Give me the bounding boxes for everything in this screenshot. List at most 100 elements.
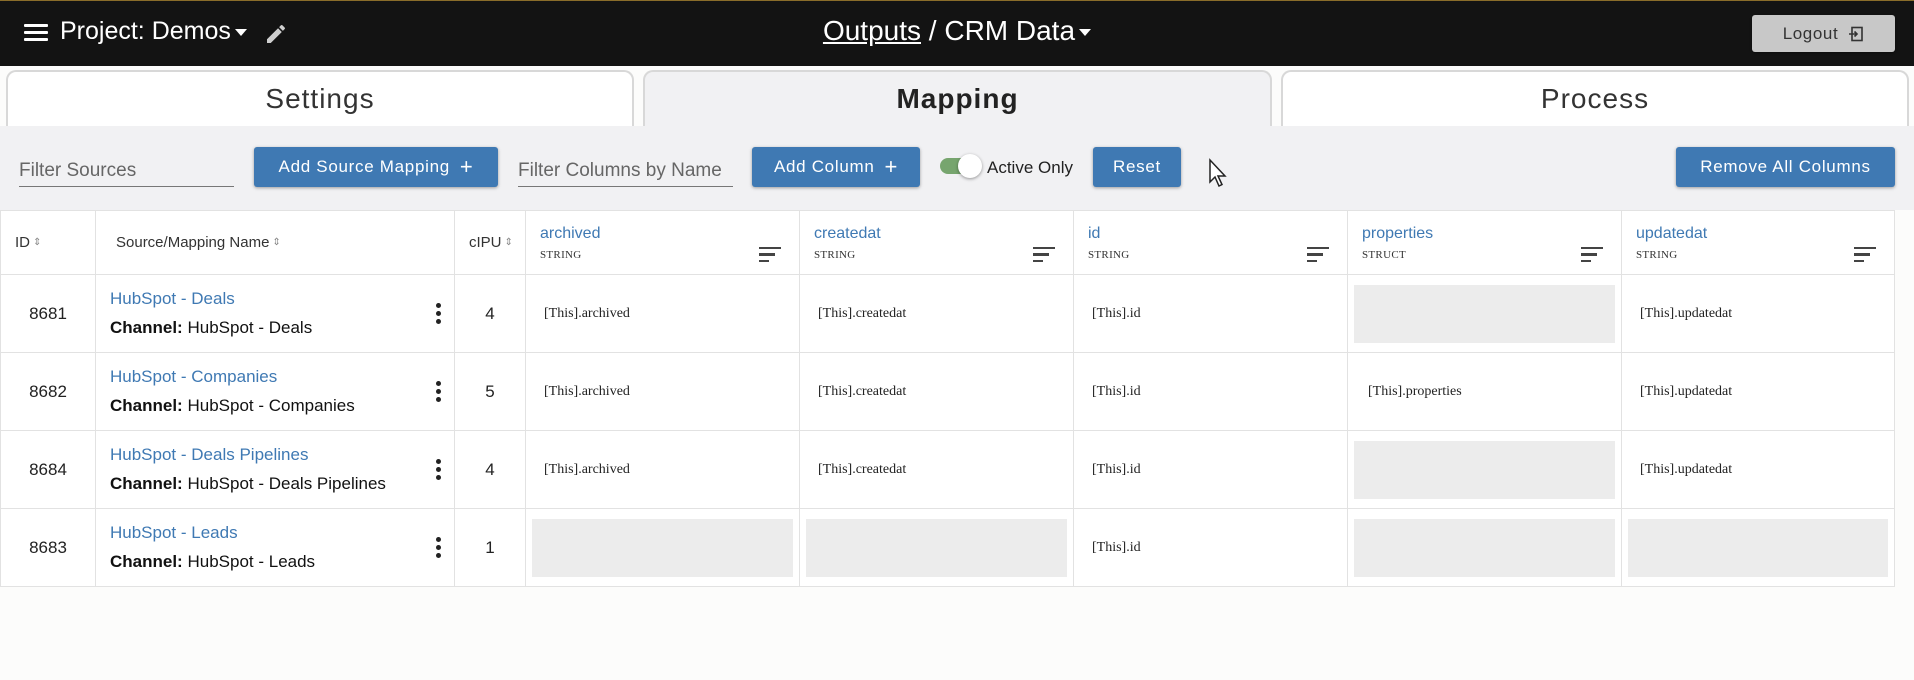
source-cell: HubSpot - Companies Channel: HubSpot - C… xyxy=(95,352,455,431)
mapping-cell[interactable]: [This].id xyxy=(1073,430,1348,509)
mapping-cell[interactable]: [This].createdat xyxy=(799,430,1074,509)
column-menu-icon[interactable] xyxy=(1307,246,1329,263)
table-row: 8681 HubSpot - Deals Channel: HubSpot - … xyxy=(0,274,1895,353)
filter-columns-input[interactable]: Filter Columns by Name xyxy=(518,160,733,187)
column-header[interactable]: id STRING xyxy=(1073,210,1348,275)
channel-prefix: Channel: xyxy=(110,396,183,415)
sort-icon[interactable]: ⇕ xyxy=(272,237,280,248)
column-header[interactable]: archived STRING xyxy=(525,210,800,275)
filter-sources-input[interactable]: Filter Sources xyxy=(19,160,234,187)
row-id: 8682 xyxy=(0,352,96,431)
add-column-button[interactable]: Add Column + xyxy=(752,147,920,187)
mapping-cell[interactable]: [This].updatedat xyxy=(1621,274,1895,353)
cipu-value: 4 xyxy=(454,274,526,353)
column-header[interactable]: properties STRUCT xyxy=(1347,210,1622,275)
mapping-cell[interactable]: [This].id xyxy=(1073,274,1348,353)
source-name-link[interactable]: HubSpot - Deals xyxy=(110,289,454,309)
top-app-bar: Project: Demos Outputs / CRM Data Logout xyxy=(0,0,1914,66)
mapping-cell[interactable]: [This].archived xyxy=(525,274,800,353)
source-cell: HubSpot - Deals Channel: HubSpot - Deals xyxy=(95,274,455,353)
channel-prefix: Channel: xyxy=(110,474,183,493)
column-menu-icon[interactable] xyxy=(1581,246,1603,263)
more-vert-icon[interactable] xyxy=(436,459,442,481)
channel-name: HubSpot - Companies xyxy=(187,396,355,415)
table-row: 8683 HubSpot - Leads Channel: HubSpot - … xyxy=(0,508,1895,587)
mapping-cell[interactable]: [This].createdat xyxy=(799,352,1074,431)
sort-icon[interactable]: ⇕ xyxy=(33,237,41,248)
table-header-row: ID ⇕ Source/Mapping Name ⇕ cIPU ⇕ archived S… xyxy=(0,210,1895,275)
mouse-cursor-icon xyxy=(1209,158,1227,188)
header-source[interactable]: Source/Mapping Name ⇕ xyxy=(95,210,455,275)
mapping-cell[interactable]: [This].id xyxy=(1073,508,1348,587)
row-id: 8683 xyxy=(0,508,96,587)
mapping-cell-empty[interactable] xyxy=(1347,430,1622,509)
column-name[interactable]: updatedat xyxy=(1636,225,1894,243)
output-selector[interactable]: CRM Data xyxy=(944,15,1075,46)
sort-icon[interactable]: ⇕ xyxy=(505,237,513,248)
logout-button[interactable]: Logout xyxy=(1752,15,1895,52)
source-channel: Channel: HubSpot - Companies xyxy=(110,396,454,416)
empty-mapping-placeholder[interactable] xyxy=(806,518,1067,577)
tab-process[interactable]: Process xyxy=(1281,70,1909,126)
header-id-label: ID xyxy=(15,233,30,251)
column-name[interactable]: archived xyxy=(540,225,799,243)
column-name[interactable]: createdat xyxy=(814,225,1073,243)
empty-mapping-placeholder[interactable] xyxy=(1354,440,1615,499)
empty-mapping-placeholder[interactable] xyxy=(1354,518,1615,577)
column-menu-icon[interactable] xyxy=(1854,246,1876,263)
breadcrumb-outputs-link[interactable]: Outputs xyxy=(823,15,921,46)
source-channel: Channel: HubSpot - Leads xyxy=(110,552,454,572)
mapping-cell[interactable]: [This].createdat xyxy=(799,274,1074,353)
column-menu-icon[interactable] xyxy=(759,246,781,263)
tab-mapping[interactable]: Mapping xyxy=(643,70,1272,126)
mapping-cell-empty[interactable] xyxy=(1347,508,1622,587)
source-name-link[interactable]: HubSpot - Deals Pipelines xyxy=(110,445,454,465)
more-vert-icon[interactable] xyxy=(436,303,442,325)
empty-mapping-placeholder[interactable] xyxy=(1354,284,1615,343)
breadcrumb-separator: / xyxy=(928,15,937,46)
header-cipu[interactable]: cIPU ⇕ xyxy=(454,210,526,275)
logout-label: Logout xyxy=(1782,23,1839,43)
more-vert-icon[interactable] xyxy=(436,381,442,403)
source-channel: Channel: HubSpot - Deals xyxy=(110,318,454,338)
header-id[interactable]: ID ⇕ xyxy=(0,210,96,275)
source-channel: Channel: HubSpot - Deals Pipelines xyxy=(110,474,454,494)
mapping-cell[interactable]: [This].archived xyxy=(525,352,800,431)
mapping-cell[interactable]: [This].id xyxy=(1073,352,1348,431)
mapping-cell-empty[interactable] xyxy=(1347,274,1622,353)
source-name-link[interactable]: HubSpot - Companies xyxy=(110,367,454,387)
row-id: 8684 xyxy=(0,430,96,509)
add-column-label: Add Column xyxy=(773,157,875,176)
column-name[interactable]: id xyxy=(1088,225,1347,243)
column-menu-icon[interactable] xyxy=(1033,246,1055,263)
source-cell: HubSpot - Deals Pipelines Channel: HubSp… xyxy=(95,430,455,509)
channel-name: HubSpot - Deals xyxy=(187,318,313,337)
empty-mapping-placeholder[interactable] xyxy=(532,518,793,577)
source-name-link[interactable]: HubSpot - Leads xyxy=(110,523,454,543)
mapping-table: ID ⇕ Source/Mapping Name ⇕ cIPU ⇕ archived S… xyxy=(0,210,1895,587)
add-source-mapping-button[interactable]: Add Source Mapping + xyxy=(254,147,498,187)
active-only-toggle[interactable] xyxy=(940,154,982,178)
chevron-down-icon[interactable] xyxy=(1079,29,1092,37)
mapping-cell-empty[interactable] xyxy=(1621,508,1895,587)
table-row: 8684 HubSpot - Deals Pipelines Channel: … xyxy=(0,430,1895,509)
logout-icon xyxy=(1849,26,1864,41)
table-row: 8682 HubSpot - Companies Channel: HubSpo… xyxy=(0,352,1895,431)
mapping-cell[interactable]: [This].archived xyxy=(525,430,800,509)
mapping-cell-empty[interactable] xyxy=(799,508,1074,587)
channel-prefix: Channel: xyxy=(110,552,183,571)
mapping-cell[interactable]: [This].updatedat xyxy=(1621,352,1895,431)
column-header[interactable]: createdat STRING xyxy=(799,210,1074,275)
empty-mapping-placeholder[interactable] xyxy=(1628,518,1888,577)
column-name[interactable]: properties xyxy=(1362,225,1621,243)
more-vert-icon[interactable] xyxy=(436,537,442,559)
remove-all-columns-button[interactable]: Remove All Columns xyxy=(1676,147,1895,187)
add-source-mapping-label: Add Source Mapping xyxy=(278,157,450,176)
row-id: 8681 xyxy=(0,274,96,353)
tab-settings[interactable]: Settings xyxy=(6,70,634,126)
reset-button[interactable]: Reset xyxy=(1093,147,1181,187)
mapping-cell[interactable]: [This].properties xyxy=(1347,352,1622,431)
column-header[interactable]: updatedat STRING xyxy=(1621,210,1895,275)
mapping-cell-empty[interactable] xyxy=(525,508,800,587)
mapping-cell[interactable]: [This].updatedat xyxy=(1621,430,1895,509)
